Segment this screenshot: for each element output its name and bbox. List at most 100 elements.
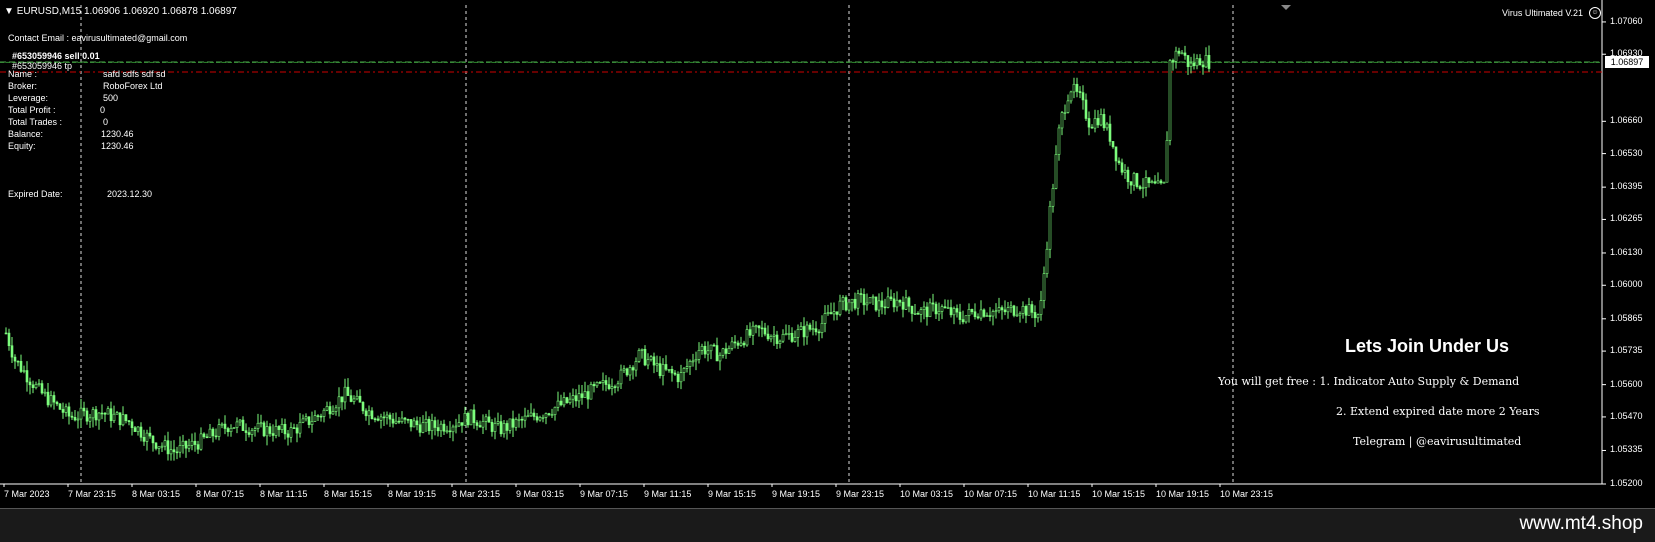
candle-body (397, 420, 401, 423)
candle-body (1159, 180, 1163, 184)
candle-body (1171, 60, 1175, 62)
candle-body (214, 435, 218, 438)
info-balance-label: Balance: (8, 129, 44, 139)
candle-body (466, 412, 470, 426)
candle-body (364, 410, 368, 417)
candle-body (1144, 177, 1148, 188)
candle-body (37, 383, 41, 385)
candle-body (1069, 91, 1073, 102)
candle-body (709, 344, 713, 352)
candle-body (373, 418, 377, 421)
candle-body (730, 341, 734, 349)
candle-body (916, 313, 920, 315)
candle-body (598, 382, 602, 384)
candle-body (982, 309, 986, 317)
candle-body (274, 426, 278, 436)
candle-body (721, 348, 725, 356)
price-chart[interactable] (0, 0, 1655, 508)
candle-body (703, 345, 707, 355)
candle-body (1093, 118, 1097, 129)
candle-body (1054, 154, 1058, 189)
candle-body (1084, 99, 1088, 119)
price-tick-label: 1.06395 (1610, 181, 1643, 192)
candle-body (964, 315, 968, 323)
candle-body (616, 383, 620, 388)
candle-body (877, 300, 881, 311)
candle-body (505, 423, 509, 431)
candle-body (904, 297, 908, 310)
candle-body (49, 395, 53, 406)
candle-body (1066, 100, 1070, 113)
candle-body (670, 368, 674, 374)
candle-body (1090, 126, 1094, 129)
price-tick-label: 1.05335 (1610, 444, 1643, 455)
candle-body (307, 416, 311, 425)
candle-body (277, 426, 281, 430)
candle-body (142, 436, 146, 442)
candle-body (928, 302, 932, 318)
candle-body (112, 413, 116, 422)
candle-body (34, 384, 38, 388)
time-tick-label: 7 Mar 2023 (4, 489, 50, 499)
candle-body (100, 412, 104, 415)
candle-body (1042, 273, 1046, 301)
candle-body (370, 410, 374, 420)
candle-body (40, 383, 44, 394)
candle-body (73, 417, 77, 421)
candle-body (346, 386, 350, 396)
candle-body (922, 306, 926, 310)
price-tick-label: 1.05600 (1610, 378, 1643, 389)
candle-body (607, 384, 611, 389)
candle-body (625, 368, 629, 376)
chart-window[interactable]: ▼ EURUSD,M15 1.06906 1.06920 1.06878 1.0… (0, 0, 1655, 509)
candle-body (967, 309, 971, 316)
candle-body (535, 416, 539, 421)
candle-body (1183, 52, 1187, 56)
candle-body (976, 316, 980, 319)
candle-body (16, 360, 20, 363)
candle-body (664, 364, 668, 370)
candle-body (586, 391, 590, 400)
candle-body (208, 428, 212, 438)
candle-body (157, 446, 161, 449)
candle-body (1204, 55, 1208, 68)
chart-menu-triangle-icon[interactable]: ▼ (4, 6, 14, 17)
candle-body (337, 396, 341, 409)
info-total-trades-label: Total Trades : (8, 117, 63, 127)
candle-body (1111, 141, 1115, 148)
candle-body (196, 444, 200, 450)
candle-body (496, 421, 500, 424)
candle-body (841, 297, 845, 302)
candle-body (394, 420, 398, 424)
candle-body (1036, 314, 1040, 319)
candle-body (172, 449, 176, 453)
indicator-name: Virus Ultimated V.21 (1502, 8, 1584, 18)
candle-body (424, 418, 428, 424)
candle-body (247, 432, 251, 435)
candle-body (628, 367, 632, 376)
candle-body (64, 406, 68, 413)
candle-body (772, 334, 776, 337)
candle-body (22, 370, 26, 372)
candle-body (55, 401, 59, 405)
candle-body (652, 356, 656, 366)
info-name-value: safd sdfs sdf sd (103, 69, 166, 79)
promo-line-1: You will get free : 1. Indicator Auto Su… (1218, 375, 1520, 388)
candle-body (283, 423, 287, 435)
candle-body (124, 414, 128, 421)
candle-body (13, 356, 17, 362)
candle-body (106, 408, 110, 415)
candle-body (790, 332, 794, 342)
candle-body (757, 325, 761, 329)
candle-body (646, 359, 650, 366)
candle-body (1003, 309, 1007, 313)
candle-body (319, 415, 323, 418)
candle-body (508, 418, 512, 431)
candle-body (25, 370, 29, 383)
candle-body (532, 412, 536, 417)
candle-body (631, 367, 635, 371)
candle-body (814, 328, 818, 333)
time-tick-label: 8 Mar 15:15 (324, 489, 373, 499)
candle-body (487, 416, 491, 423)
candle-body (250, 430, 254, 435)
